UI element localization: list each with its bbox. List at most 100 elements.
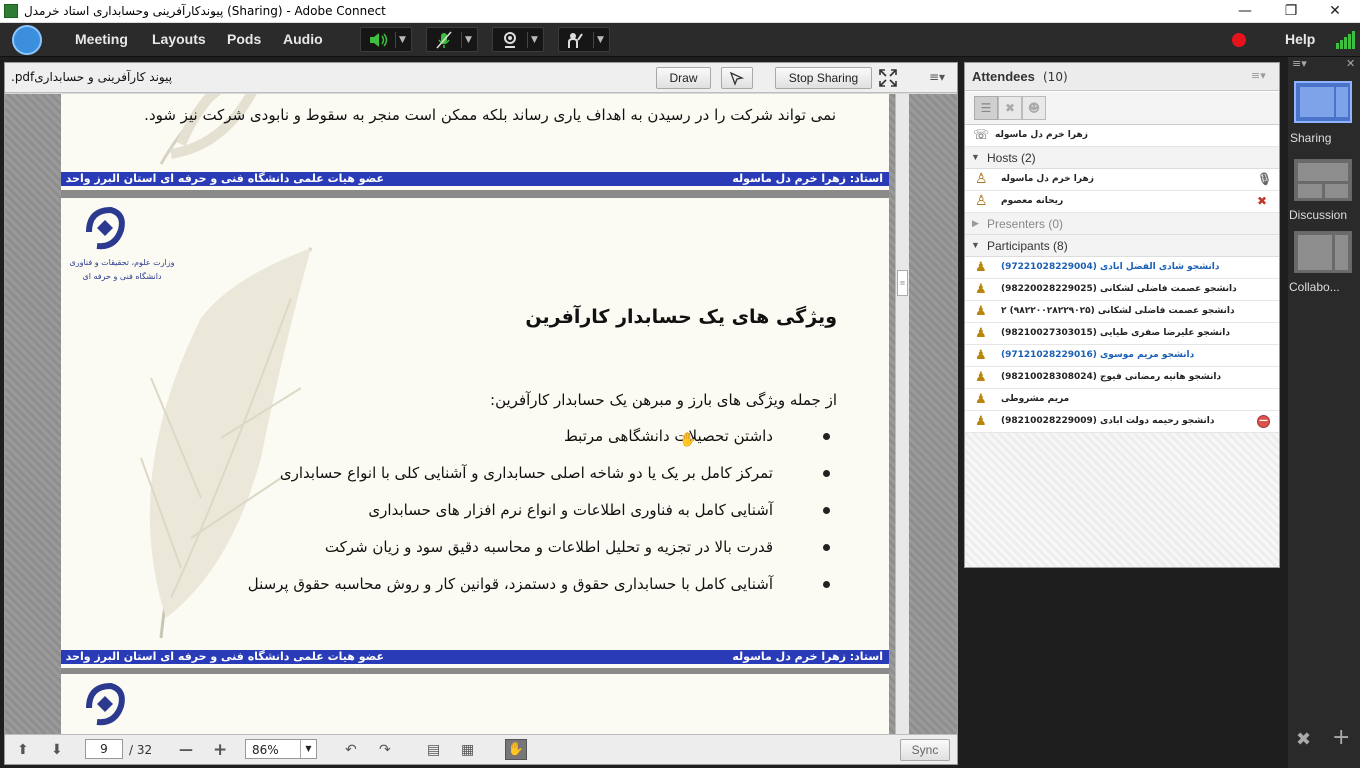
- continuous-pages-icon[interactable]: ▦: [461, 742, 474, 758]
- close-button[interactable]: ✕: [1312, 0, 1358, 23]
- participant-row[interactable]: ♟ (98210028308024) دانشجو هانیه رمضانی ف…: [965, 367, 1279, 389]
- attendees-header: Attendees (10) ≡▾: [965, 63, 1279, 91]
- participant-user-icon: ♟: [975, 326, 987, 341]
- bullet-text: آشنایی کامل با حسابداری حقوق و دستمزد، ق…: [247, 575, 773, 593]
- participants-section-header[interactable]: ▼ Participants (8): [965, 235, 1279, 257]
- fullscreen-icon[interactable]: [879, 69, 897, 87]
- menu-help[interactable]: Help: [1285, 31, 1315, 47]
- page-number-input[interactable]: 9: [85, 739, 123, 759]
- scrollbar-thumb[interactable]: ≡: [897, 270, 908, 296]
- microphone-icon: 🎙: [1257, 172, 1273, 186]
- participant-row[interactable]: ♟ (97221028229004) دانشجو شادی الفضل ابا…: [965, 257, 1279, 279]
- participant-row[interactable]: ♟ (98210027303015) دانشجو علیرضا صفری طی…: [965, 323, 1279, 345]
- hand-tool-icon[interactable]: ✋: [505, 739, 527, 760]
- host-row[interactable]: ♙ ریحانه معصوم ✖: [965, 191, 1279, 213]
- menubar: Meeting Layouts Pods Audio ▼ ▼ ▼ ▼ Help: [0, 23, 1360, 57]
- rail-options-icon[interactable]: ≡▾: [1292, 57, 1307, 70]
- zoom-select[interactable]: 86% ▼: [245, 739, 317, 759]
- document-viewport: نمی تواند شرکت را در رسیدن به اهداف یاری…: [5, 94, 957, 734]
- sync-button[interactable]: Sync: [900, 739, 950, 761]
- layout-discussion[interactable]: Discussion: [1289, 159, 1352, 222]
- microphone-muted-icon: [436, 31, 452, 49]
- pointer-icon: [729, 71, 745, 86]
- webcam-dropdown-icon[interactable]: ▼: [527, 32, 541, 48]
- collapse-icon: ▼: [971, 152, 980, 162]
- status-dropdown-icon[interactable]: ▼: [593, 32, 607, 48]
- zoom-out-icon[interactable]: —: [179, 742, 193, 758]
- speaker-dropdown-icon[interactable]: ▼: [395, 32, 409, 48]
- first-page-icon[interactable]: ⬆: [17, 742, 29, 758]
- list-view-icon[interactable]: ☰: [974, 96, 998, 120]
- university-logo: [86, 206, 125, 250]
- menu-meeting[interactable]: Meeting: [75, 31, 128, 47]
- participant-user-icon: ♟: [975, 260, 987, 275]
- presenters-section-header[interactable]: ▶ Presenters (0): [965, 213, 1279, 235]
- participant-user-icon: ♟: [975, 304, 987, 319]
- attendee-name: زهرا خرم دل ماسوله: [995, 130, 1088, 140]
- microphone-button[interactable]: ▼: [426, 27, 478, 52]
- maximize-button[interactable]: ❐: [1268, 0, 1314, 23]
- page-total: / 32: [129, 743, 153, 757]
- attendee-name: (98210028229009) دانشجو رحیمه دولت ابادی: [1001, 416, 1215, 426]
- expand-icon: ▶: [972, 218, 979, 228]
- attendees-view-toolbar: ☰ ✖ ☻: [965, 92, 1279, 125]
- draw-button[interactable]: Draw: [656, 67, 711, 89]
- attendee-name: ریحانه معصوم: [1001, 196, 1064, 206]
- single-page-icon[interactable]: ▤: [427, 742, 440, 758]
- document-navigation-bar: ⬆ ⬇ 9 / 32 — + 86% ▼ ↶ ↷ ▤ ▦ ✋ Sync: [5, 734, 957, 764]
- attendee-name: (98210028308024) دانشجو هانیه رمضانی فیو…: [1001, 372, 1222, 382]
- participant-row[interactable]: ♟ (98210028229009) دانشجو رحیمه دولت ابا…: [965, 411, 1279, 433]
- menu-audio[interactable]: Audio: [283, 31, 323, 47]
- footer-instructor: استاد: زهرا خرم دل ماسوله: [732, 172, 883, 185]
- rail-close-icon[interactable]: ✕: [1346, 57, 1355, 70]
- status-view-icon[interactable]: ☻: [1022, 96, 1046, 120]
- undo-icon[interactable]: ↶: [345, 742, 357, 758]
- raise-hand-button[interactable]: ▼: [558, 27, 610, 52]
- participant-row[interactable]: ♟ دانشجو عصمت فاضلی لشکانی (۹۸۲۲۰۰۲۸۲۲۹۰…: [965, 301, 1279, 323]
- collapse-icon: ▼: [971, 240, 980, 250]
- layout-thumbnail: [1298, 184, 1322, 198]
- add-layout-icon[interactable]: +: [1332, 725, 1350, 750]
- minimize-button[interactable]: —: [1222, 0, 1268, 23]
- share-pod: .pdfپیوند کارآفرینی و حسابداری Draw Stop…: [4, 62, 958, 765]
- pointer-tool-button[interactable]: [721, 67, 753, 89]
- menu-pods[interactable]: Pods: [227, 31, 261, 47]
- delete-layout-icon[interactable]: ✖: [1296, 729, 1311, 750]
- attendee-name: (97121028229016) دانشجو مریم موسوی: [1001, 350, 1195, 360]
- connect-logo-icon[interactable]: [12, 25, 42, 55]
- participant-row[interactable]: ♟ (97121028229016) دانشجو مریم موسوی: [965, 345, 1279, 367]
- layout-sharing[interactable]: Sharing: [1290, 81, 1352, 145]
- participant-user-icon: ♟: [975, 392, 987, 407]
- microphone-dropdown-icon[interactable]: ▼: [461, 32, 475, 48]
- breakout-view-icon[interactable]: ✖: [998, 96, 1022, 120]
- speaker-button[interactable]: ▼: [360, 27, 412, 52]
- hand-cursor-icon: ✋: [679, 432, 697, 448]
- participant-user-icon: ♟: [975, 370, 987, 385]
- host-row[interactable]: ♙ زهرا خرم دل ماسوله 🎙: [965, 169, 1279, 191]
- redo-icon[interactable]: ↷: [379, 742, 391, 758]
- attendee-name: زهرا خرم دل ماسوله: [1001, 174, 1094, 184]
- attendees-options-icon[interactable]: ≡▾: [1251, 69, 1266, 82]
- slide-previous-text: نمی تواند شرکت را در رسیدن به اهداف یاری…: [144, 106, 836, 124]
- phone-attendee-row[interactable]: ☏ زهرا خرم دل ماسوله: [965, 125, 1279, 147]
- attendee-name: (97221028229004) دانشجو شادی الفضل ابادی: [1001, 262, 1220, 272]
- next-page-icon[interactable]: ⬇: [51, 742, 63, 758]
- record-indicator-icon[interactable]: [1232, 33, 1246, 47]
- webcam-button[interactable]: ▼: [492, 27, 544, 52]
- vertical-scrollbar[interactable]: ≡: [895, 94, 909, 734]
- stop-sharing-button[interactable]: Stop Sharing: [775, 67, 872, 89]
- bullet-text: داشتن تحصیلات دانشگاهی مرتبط: [563, 427, 773, 445]
- share-pod-toolbar: .pdfپیوند کارآفرینی و حسابداری Draw Stop…: [5, 63, 957, 93]
- away-status-icon: —: [1257, 415, 1270, 428]
- hosts-section-header[interactable]: ▼ Hosts (2): [965, 147, 1279, 169]
- university-logo: [86, 682, 125, 726]
- menu-layouts[interactable]: Layouts: [152, 31, 206, 47]
- layout-thumbnail: [1298, 163, 1348, 181]
- zoom-in-icon[interactable]: +: [213, 740, 227, 760]
- participant-row[interactable]: ♟ (98220028229025) دانشجو عصمت فاضلی لشک…: [965, 279, 1279, 301]
- layout-collaboration[interactable]: Collabo...: [1289, 231, 1352, 294]
- pod-options-icon[interactable]: ≡▾: [929, 70, 945, 84]
- bullet-text: قدرت بالا در تجزیه و تحلیل اطلاعات و محا…: [324, 538, 773, 556]
- participant-user-icon: ♟: [975, 414, 987, 429]
- participant-row[interactable]: ♟ مریم مشروطی: [965, 389, 1279, 411]
